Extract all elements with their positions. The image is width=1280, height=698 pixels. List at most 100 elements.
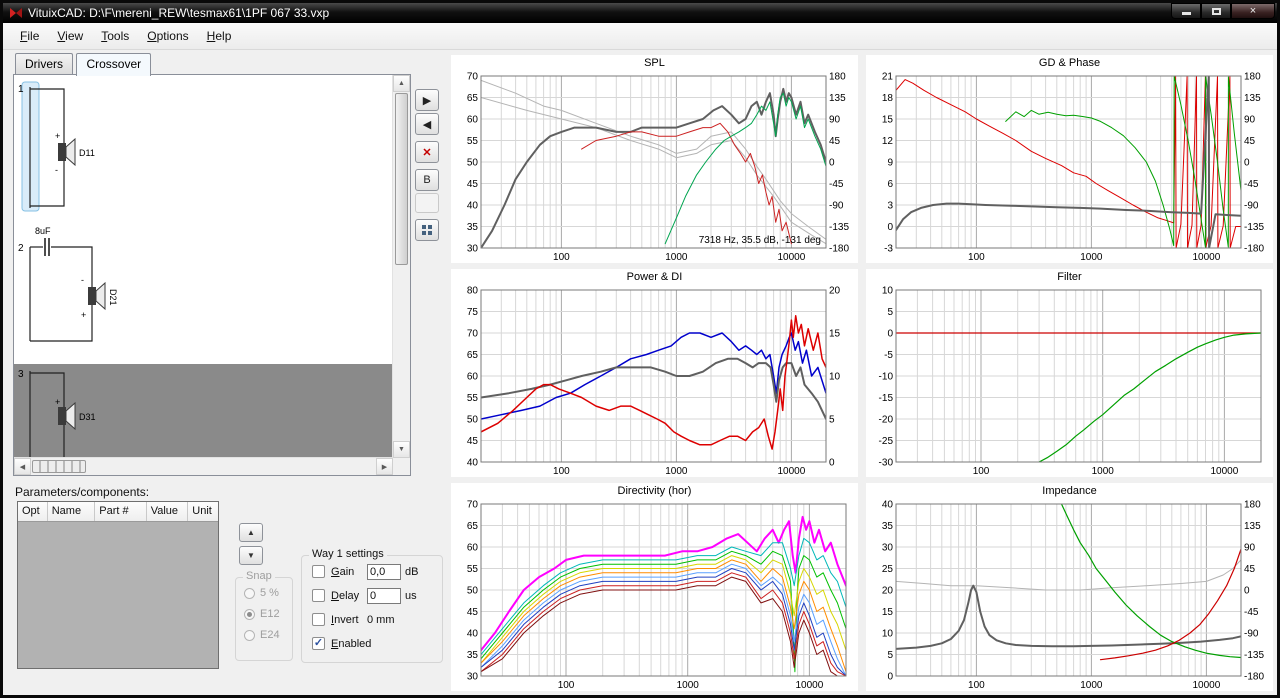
chart-title: Impedance — [1042, 485, 1097, 497]
col-unit[interactable]: Unit — [188, 502, 218, 521]
titlebar[interactable]: VituixCAD: D:\F\mereni_REW\tesmax61\1PF … — [3, 3, 1277, 23]
bypass-button[interactable]: B — [415, 169, 439, 191]
menu-options[interactable]: Options — [138, 25, 197, 47]
schematic-horizontal-scrollbar[interactable]: ◀ ▶ — [14, 457, 393, 475]
svg-text:-5: -5 — [884, 350, 893, 361]
snap-group: Snap 5 % E12 E24 — [235, 570, 293, 661]
close-button[interactable]: × — [1231, 3, 1275, 19]
scroll-left-icon[interactable]: ◀ — [14, 458, 31, 475]
menu-view[interactable]: View — [48, 25, 92, 47]
scroll-up-icon[interactable]: ▲ — [393, 75, 410, 92]
chart-spl: SPL 70 65 60 55 50 45 40 35 30 180 135 90 45 0 -45 -90 -… — [451, 55, 858, 263]
parameters-table-body[interactable] — [18, 522, 218, 668]
menu-tools[interactable]: Tools — [92, 25, 138, 47]
app-window: VituixCAD: D:\F\mereni_REW\tesmax61\1PF … — [0, 0, 1280, 698]
radio-label: E24 — [260, 629, 280, 641]
run-button[interactable]: ▶ — [415, 89, 439, 111]
minimize-button[interactable] — [1171, 3, 1201, 19]
svg-text:12: 12 — [882, 136, 894, 147]
window-title: VituixCAD: D:\F\mereni_REW\tesmax61\1PF … — [28, 6, 330, 20]
crossover-schematic[interactable]: 1 2 3 8uF D11 D21 D31 + - + - + — [14, 75, 393, 458]
node-1-label: 1 — [18, 84, 24, 95]
delay-input[interactable] — [367, 587, 401, 604]
chart-power-di-plot[interactable]: 80757065605550454020151050100 1000 10000 — [451, 285, 858, 477]
enabled-checkbox-checked[interactable]: ✓ — [312, 637, 325, 650]
chart-filter-plot[interactable]: 10 5 0 -5 -10 -15 -20 -25 -30 100 1000 10000 — [866, 285, 1273, 477]
svg-text:75: 75 — [467, 307, 479, 318]
svg-text:0: 0 — [1244, 586, 1250, 597]
svg-text:10000: 10000 — [1192, 252, 1220, 263]
svg-text:-15: -15 — [879, 393, 894, 404]
way1-settings-group: Way 1 settings Gain dB Delay us Invert 0… — [301, 548, 443, 663]
snap-option-e12[interactable]: E12 — [244, 608, 292, 620]
schematic-vertical-scrollbar[interactable]: ▲ ▼ — [392, 75, 410, 458]
svg-text:30: 30 — [467, 244, 479, 255]
svg-text:50: 50 — [467, 586, 479, 597]
horizontal-scroll-thumb[interactable] — [32, 460, 86, 473]
left-panel: Drivers Crossover 1 2 3 8uF D11 D21 D31 … — [11, 53, 447, 691]
col-name[interactable]: Name — [48, 502, 96, 521]
svg-text:50: 50 — [467, 158, 479, 169]
blank-button[interactable] — [415, 193, 439, 213]
chart-filter: Filter 10 5 0 -5 -10 -15 -20 -25 -30 100 1000 10000 — [866, 269, 1273, 477]
svg-text:3: 3 — [887, 201, 893, 212]
driver-d31-label: D31 — [79, 412, 96, 422]
svg-text:15: 15 — [882, 115, 894, 126]
col-part[interactable]: Part # — [95, 502, 147, 521]
tab-crossover[interactable]: Crossover — [76, 53, 152, 76]
d11-plus: + — [55, 131, 60, 141]
svg-text:30: 30 — [467, 672, 479, 683]
charts-grid: SPL 70 65 60 55 50 45 40 35 30 180 135 90 45 0 -45 -90-… — [451, 55, 1273, 691]
svg-text:-30: -30 — [879, 458, 894, 469]
tab-drivers[interactable]: Drivers — [15, 53, 73, 74]
svg-text:-45: -45 — [1244, 607, 1259, 618]
delete-button[interactable]: ✕ — [415, 141, 439, 163]
svg-text:0: 0 — [1244, 158, 1250, 169]
svg-text:21: 21 — [882, 72, 894, 83]
radio-label: E12 — [260, 608, 280, 620]
driver-d21-label: D21 — [108, 289, 118, 306]
move-up-icon[interactable]: ▲ — [239, 523, 263, 542]
svg-text:-180: -180 — [1244, 672, 1264, 683]
svg-text:18: 18 — [882, 93, 894, 104]
menu-file[interactable]: File — [11, 25, 48, 47]
back-button[interactable]: ◀ — [415, 113, 439, 135]
chart-directivity-plot[interactable]: 70 65 60 55 50 45 40 35 30 100 1000 10000 — [451, 499, 858, 691]
gain-input[interactable] — [367, 563, 401, 580]
svg-text:10000: 10000 — [795, 680, 823, 691]
svg-text:1000: 1000 — [1080, 252, 1103, 263]
delay-checkbox[interactable] — [312, 589, 325, 602]
snap-option-e24[interactable]: E24 — [244, 629, 292, 641]
gain-checkbox[interactable] — [312, 565, 325, 578]
arrange-button[interactable] — [415, 219, 439, 241]
d21-minus: - — [81, 275, 84, 285]
svg-text:-135: -135 — [1244, 222, 1264, 233]
col-opt[interactable]: Opt — [18, 502, 48, 521]
scroll-down-icon[interactable]: ▼ — [393, 441, 410, 458]
invert-checkbox[interactable] — [312, 613, 325, 626]
menu-help[interactable]: Help — [198, 25, 241, 47]
gain-unit: dB — [405, 565, 419, 578]
col-value[interactable]: Value — [147, 502, 189, 521]
minimize-icon — [1181, 12, 1191, 15]
chart-impedance-plot[interactable]: 40 35 30 25 20 15 10 5 0 180 135 90 45 0 -45 -90 -135 -18… — [866, 499, 1273, 691]
snap-group-label: Snap — [243, 570, 275, 582]
svg-text:45: 45 — [467, 607, 479, 618]
chart-title: Power & DI — [626, 271, 683, 283]
chart-gd-phase-plot[interactable]: 21 18 15 12 9 6 3 0 -3 180 135 90 45 0 -45 -90 -135 -180 1… — [866, 71, 1273, 263]
svg-text:60: 60 — [467, 372, 479, 383]
svg-text:1000: 1000 — [677, 680, 700, 691]
svg-text:65: 65 — [467, 521, 479, 532]
scroll-right-icon[interactable]: ▶ — [376, 458, 393, 475]
vertical-scroll-thumb[interactable] — [395, 93, 408, 265]
svg-text:135: 135 — [829, 93, 846, 104]
svg-text:45: 45 — [1244, 564, 1256, 575]
maximize-button[interactable] — [1201, 3, 1231, 19]
chart-spl-plot[interactable]: 70 65 60 55 50 45 40 35 30 180 135 90 45 0 -45 -90 -135 -… — [451, 71, 858, 263]
parameters-label: Parameters/components: — [15, 485, 150, 499]
tab-strip: Drivers Crossover — [15, 53, 152, 76]
snap-option-5pct[interactable]: 5 % — [244, 587, 292, 599]
move-down-icon[interactable]: ▼ — [239, 546, 263, 565]
svg-text:0: 0 — [829, 158, 835, 169]
scrollbar-corner — [393, 458, 410, 475]
